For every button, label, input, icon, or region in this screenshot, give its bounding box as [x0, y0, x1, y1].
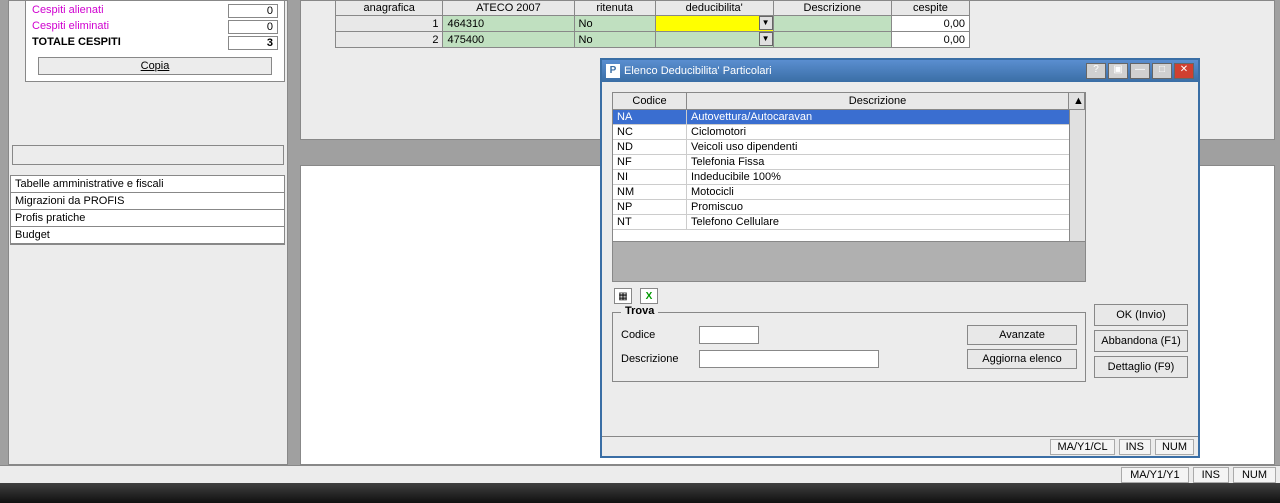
status-num: NUM	[1155, 439, 1194, 455]
cell-descrizione[interactable]	[773, 16, 891, 32]
cell-ateco[interactable]: 475400	[443, 32, 574, 48]
ok-button[interactable]: OK (Invio)	[1094, 304, 1188, 326]
summary-label: TOTALE CESPITI	[32, 36, 121, 50]
summary-label: Cespiti alienati	[32, 4, 104, 18]
lookup-row[interactable]: NMMotocicli	[613, 185, 1085, 200]
codice-input[interactable]	[699, 326, 759, 344]
col-header[interactable]: deducibilita'	[655, 1, 773, 16]
row-num: 1	[336, 16, 443, 32]
summary-label: Cespiti eliminati	[32, 20, 109, 34]
divider	[12, 145, 284, 165]
lookup-code: NM	[613, 185, 687, 199]
lookup-code: NI	[613, 170, 687, 184]
lookup-desc: Promiscuo	[687, 200, 1085, 214]
col-header[interactable]: cespite	[891, 1, 969, 16]
lookup-desc: Veicoli uso dipendenti	[687, 140, 1085, 154]
cell-ritenuta[interactable]: No	[574, 32, 655, 48]
codice-label: Codice	[621, 329, 691, 341]
nav-item[interactable]: Budget	[11, 227, 284, 244]
scrollbar[interactable]	[1069, 110, 1085, 241]
dialog-deducibilita: P Elenco Deducibilita' Particolari ? ▣ —…	[600, 58, 1200, 458]
copy-button[interactable]: Copia	[38, 57, 272, 75]
dropdown-icon[interactable]: ▼	[759, 16, 773, 30]
summary-value: 3	[228, 36, 278, 50]
app-icon: P	[606, 64, 620, 78]
maximize-icon[interactable]: □	[1152, 63, 1172, 79]
col-descrizione[interactable]: Descrizione	[687, 93, 1069, 109]
summary-value: 0	[228, 20, 278, 34]
descrizione-input[interactable]	[699, 350, 879, 368]
lookup-desc: Indeducibile 100%	[687, 170, 1085, 184]
close-icon[interactable]: ✕	[1174, 63, 1194, 79]
lookup-row[interactable]: NTTelefono Cellulare	[613, 215, 1085, 230]
main-status-path: MA/Y1/Y1	[1121, 467, 1189, 483]
top-grid: anagraficaATECO 2007ritenutadeducibilita…	[335, 0, 970, 48]
find-label: Trova	[621, 305, 658, 317]
lookup-code: NF	[613, 155, 687, 169]
status-ins: INS	[1119, 439, 1151, 455]
col-codice[interactable]: Codice	[613, 93, 687, 109]
summary-value: 0	[228, 4, 278, 18]
taskbar[interactable]	[0, 483, 1280, 503]
nav-item[interactable]: Migrazioni da PROFIS	[11, 193, 284, 210]
lookup-desc: Motocicli	[687, 185, 1085, 199]
dropdown-icon[interactable]: ▼	[759, 32, 773, 46]
export-excel-icon[interactable]: X	[640, 288, 658, 304]
grid-footer	[613, 241, 1085, 281]
lookup-row[interactable]: NAAutovettura/Autocaravan	[613, 110, 1085, 125]
lookup-row[interactable]: NDVeicoli uso dipendenti	[613, 140, 1085, 155]
lookup-code: ND	[613, 140, 687, 154]
lookup-desc: Ciclomotori	[687, 125, 1085, 139]
col-header[interactable]: ATECO 2007	[443, 1, 574, 16]
cell-cespite[interactable]: 0,00	[891, 32, 969, 48]
row-num: 2	[336, 32, 443, 48]
scroll-head: ▲	[1069, 93, 1085, 109]
abbandona-button[interactable]: Abbandona (F1)	[1094, 330, 1188, 352]
dettaglio-button[interactable]: Dettaglio (F9)	[1094, 356, 1188, 378]
lookup-row[interactable]: NCCiclomotori	[613, 125, 1085, 140]
summary-box: Cespiti alienati 0 Cespiti eliminati 0 TOTAL…	[25, 0, 285, 82]
nav-list: Tabelle amministrative e fiscaliMigrazio…	[10, 175, 285, 245]
cell-descrizione[interactable]	[773, 32, 891, 48]
main-statusbar: MA/Y1/Y1 INS NUM	[0, 465, 1280, 483]
lookup-row[interactable]: NIIndeducibile 100%	[613, 170, 1085, 185]
dialog-title: Elenco Deducibilita' Particolari	[624, 65, 1084, 77]
col-header[interactable]: Descrizione	[773, 1, 891, 16]
find-group: Trova Codice Avanzate Descrizione Aggior…	[612, 312, 1086, 382]
lookup-code: NT	[613, 215, 687, 229]
lookup-desc: Telefonia Fissa	[687, 155, 1085, 169]
cell-deducibilita[interactable]: ▼	[655, 32, 773, 48]
nav-item[interactable]: Tabelle amministrative e fiscali	[11, 176, 284, 193]
main-status-num: NUM	[1233, 467, 1276, 483]
cell-ateco[interactable]: 464310	[443, 16, 574, 32]
restore-icon[interactable]: ▣	[1108, 63, 1128, 79]
lookup-row[interactable]: NFTelefonia Fissa	[613, 155, 1085, 170]
cell-ritenuta[interactable]: No	[574, 16, 655, 32]
dialog-statusbar: MA/Y1/CL INS NUM	[602, 436, 1198, 456]
col-header[interactable]: anagrafica	[336, 1, 443, 16]
cell-cespite[interactable]: 0,00	[891, 16, 969, 32]
help-icon[interactable]: ?	[1086, 63, 1106, 79]
grid-icon[interactable]: ▦	[614, 288, 632, 304]
lookup-code: NA	[613, 110, 687, 124]
nav-item[interactable]: Profis pratiche	[11, 210, 284, 227]
cell-deducibilita[interactable]: ▼	[655, 16, 773, 32]
lookup-desc: Autovettura/Autocaravan	[687, 110, 1085, 124]
col-header[interactable]: ritenuta	[574, 1, 655, 16]
dialog-titlebar[interactable]: P Elenco Deducibilita' Particolari ? ▣ —…	[602, 60, 1198, 82]
status-path: MA/Y1/CL	[1050, 439, 1114, 455]
main-status-ins: INS	[1193, 467, 1229, 483]
descrizione-label: Descrizione	[621, 353, 691, 365]
lookup-code: NP	[613, 200, 687, 214]
minimize-icon[interactable]: —	[1130, 63, 1150, 79]
lookup-desc: Telefono Cellulare	[687, 215, 1085, 229]
lookup-code: NC	[613, 125, 687, 139]
avanzate-button[interactable]: Avanzate	[967, 325, 1077, 345]
lookup-row[interactable]: NPPromiscuo	[613, 200, 1085, 215]
aggiorna-button[interactable]: Aggiorna elenco	[967, 349, 1077, 369]
lookup-grid: Codice Descrizione ▲ NAAutovettura/Autoc…	[612, 92, 1086, 282]
